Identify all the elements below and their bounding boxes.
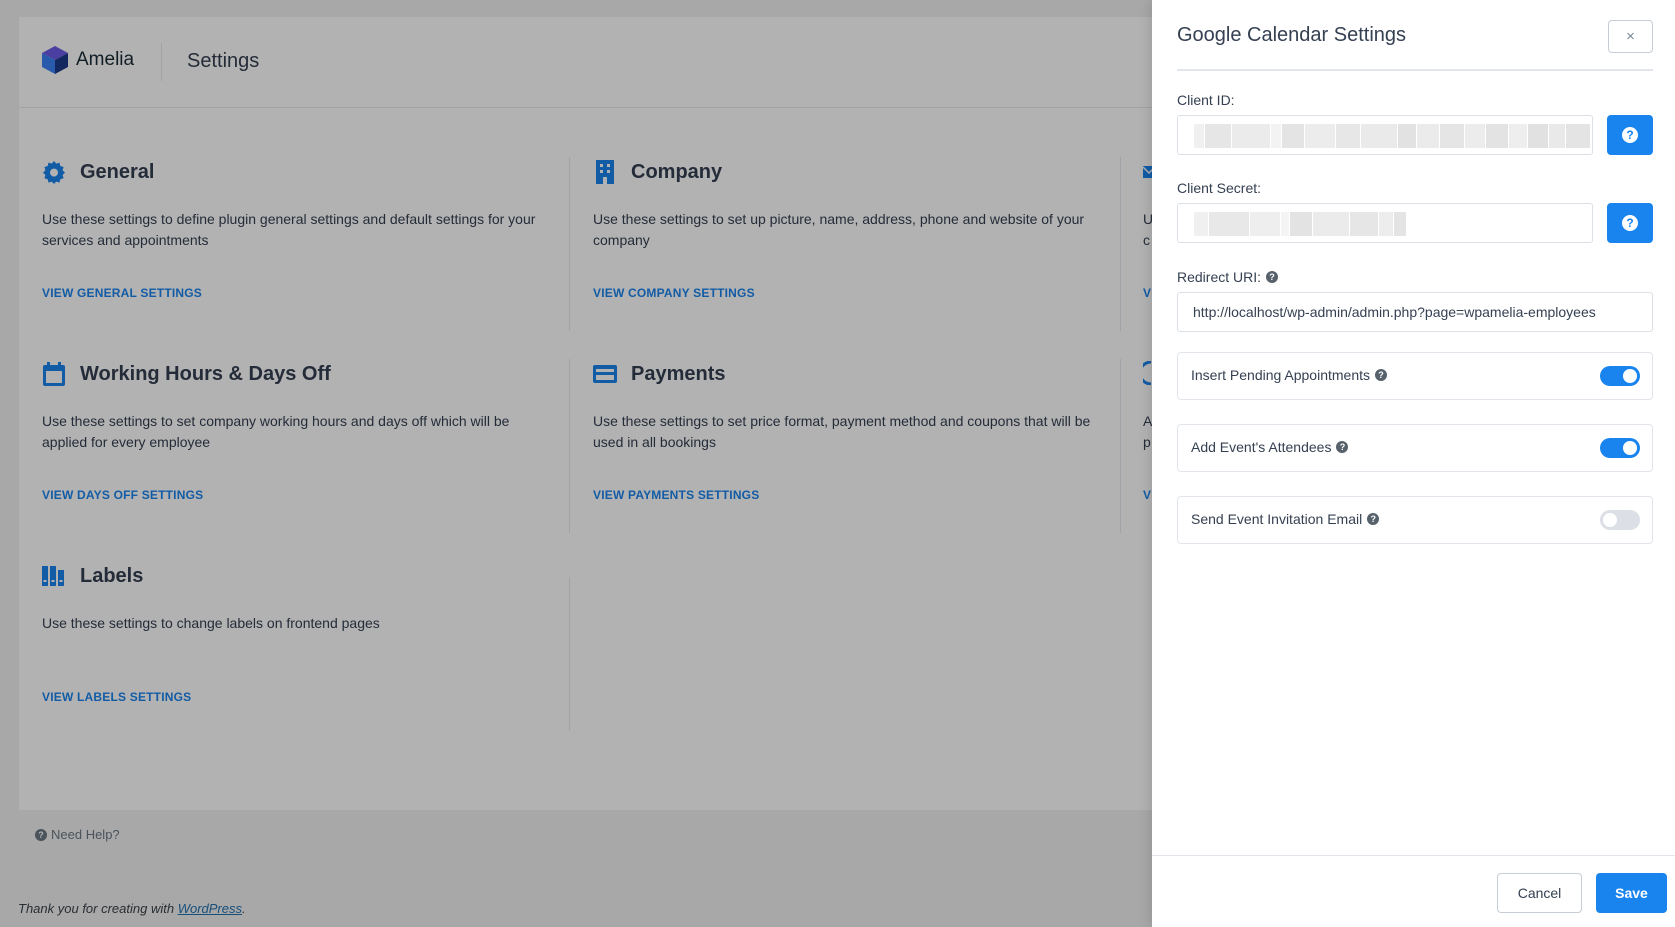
client-id-label: Client ID: — [1177, 92, 1235, 108]
dialog-title: Google Calendar Settings — [1177, 24, 1407, 46]
switch-knob — [1603, 513, 1617, 527]
insert-pending-appointments-row: Insert Pending Appointments ? — [1177, 352, 1653, 400]
toggle-label-text: Send Event Invitation Email — [1191, 511, 1363, 527]
close-button[interactable]: × — [1608, 20, 1653, 53]
toggle-label: Add Event's Attendees ? — [1191, 439, 1349, 455]
toggle-label: Send Event Invitation Email ? — [1191, 511, 1380, 527]
google-calendar-settings-dialog: Google Calendar Settings × Client ID: ? … — [1152, 0, 1675, 927]
question-icon: ? — [1622, 127, 1638, 143]
client-secret-help-button[interactable]: ? — [1607, 203, 1653, 243]
cancel-button[interactable]: Cancel — [1497, 873, 1582, 913]
close-icon: × — [1626, 28, 1635, 45]
dialog-footer: Cancel Save — [1152, 855, 1675, 927]
add-event-attendees-switch[interactable] — [1600, 438, 1640, 458]
question-icon[interactable]: ? — [1266, 271, 1279, 283]
question-icon[interactable]: ? — [1367, 513, 1380, 525]
question-icon[interactable]: ? — [1336, 441, 1349, 453]
switch-knob — [1623, 441, 1637, 455]
send-event-invitation-email-switch[interactable] — [1600, 510, 1640, 530]
redirect-uri-label: Redirect URI: ? — [1177, 269, 1279, 285]
redacted-value — [1194, 124, 1591, 148]
client-id-help-button[interactable]: ? — [1607, 115, 1653, 155]
client-id-field[interactable] — [1177, 115, 1593, 155]
question-icon: ? — [1622, 215, 1638, 231]
client-id-label-text: Client ID: — [1177, 92, 1235, 108]
client-secret-label-text: Client Secret: — [1177, 180, 1262, 196]
switch-knob — [1623, 369, 1637, 383]
toggle-label-text: Insert Pending Appointments — [1191, 367, 1371, 383]
insert-pending-appointments-switch[interactable] — [1600, 366, 1640, 386]
add-event-attendees-row: Add Event's Attendees ? — [1177, 424, 1653, 472]
send-event-invitation-email-row: Send Event Invitation Email ? — [1177, 496, 1653, 544]
title-divider — [1177, 69, 1653, 71]
redirect-uri-label-text: Redirect URI: — [1177, 269, 1262, 285]
question-icon[interactable]: ? — [1375, 369, 1388, 381]
toggle-label: Insert Pending Appointments ? — [1191, 367, 1388, 383]
client-secret-label: Client Secret: — [1177, 180, 1261, 196]
redirect-uri-field[interactable] — [1177, 292, 1653, 332]
save-button[interactable]: Save — [1596, 873, 1667, 913]
client-secret-field[interactable] — [1177, 203, 1593, 243]
redacted-value — [1194, 212, 1407, 236]
redirect-uri-input[interactable] — [1178, 293, 1652, 331]
toggle-label-text: Add Event's Attendees — [1191, 439, 1332, 455]
